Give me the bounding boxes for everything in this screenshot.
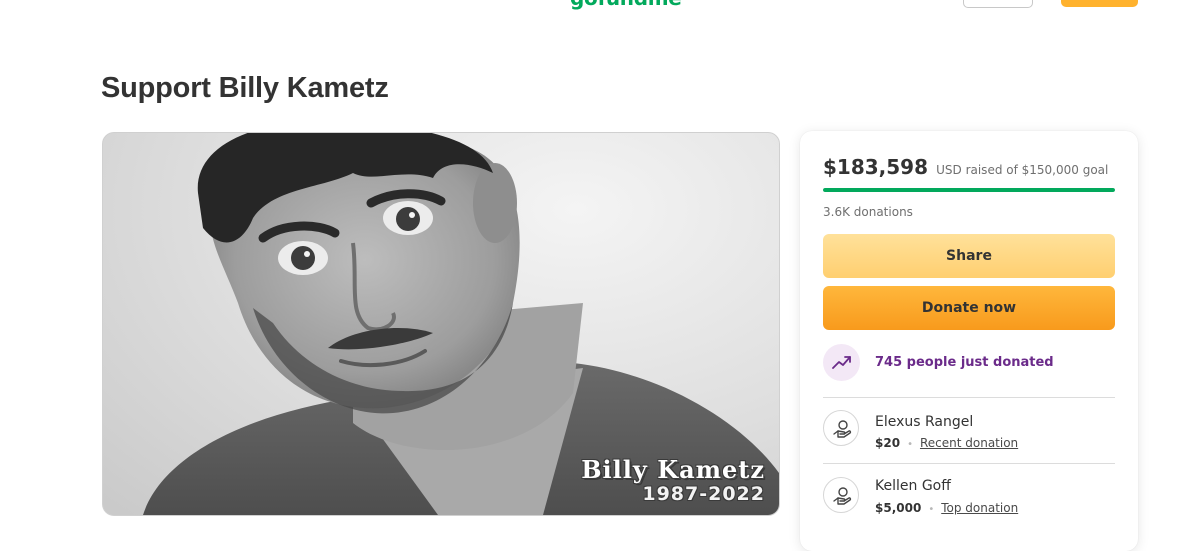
raised-goal-text: USD raised of $150,000 goal — [936, 163, 1109, 177]
progress-fill — [823, 188, 1115, 192]
divider — [823, 397, 1115, 398]
site-logo[interactable]: gofundme — [570, 0, 682, 10]
trend-badge — [823, 344, 860, 381]
donor-name: Kellen Goff — [875, 478, 951, 494]
raised-summary: $183,598 USD raised of $150,000 goal — [823, 155, 1108, 179]
donation-card: $183,598 USD raised of $150,000 goal 3.6… — [800, 131, 1138, 551]
recent-donation-link[interactable]: Recent donation — [920, 436, 1018, 450]
donation-count: 3.6K donations — [823, 205, 913, 219]
heart-hand-icon — [833, 420, 852, 438]
raised-amount: $183,598 — [823, 155, 929, 179]
divider — [823, 463, 1115, 464]
separator-dot: • — [928, 504, 935, 515]
photo-caption-years: 1987-2022 — [642, 483, 765, 505]
campaign-photo: Billy Kametz 1987-2022 — [102, 132, 780, 516]
donor-avatar — [823, 410, 859, 446]
donate-now-button[interactable]: Donate now — [823, 286, 1115, 330]
donor-amount: $20 — [875, 436, 901, 450]
trending-up-icon — [832, 356, 851, 369]
progress-bar — [823, 188, 1115, 192]
donor-meta: $20 • Recent donation — [875, 436, 1018, 450]
header-primary-button[interactable] — [1061, 0, 1138, 7]
donor-name: Elexus Rangel — [875, 414, 974, 430]
photo-caption-name: Billy Kametz — [581, 455, 765, 484]
top-donation-link[interactable]: Top donation — [941, 501, 1018, 515]
separator-dot: • — [907, 439, 913, 450]
header-secondary-button[interactable] — [963, 0, 1033, 8]
page-title: Support Billy Kametz — [101, 72, 389, 104]
donor-amount: $5,000 — [875, 501, 922, 515]
trend-text: 745 people just donated — [875, 355, 1054, 370]
donor-avatar — [823, 477, 859, 513]
share-button[interactable]: Share — [823, 234, 1115, 278]
donor-meta: $5,000 • Top donation — [875, 501, 1018, 515]
heart-hand-icon — [833, 487, 852, 505]
